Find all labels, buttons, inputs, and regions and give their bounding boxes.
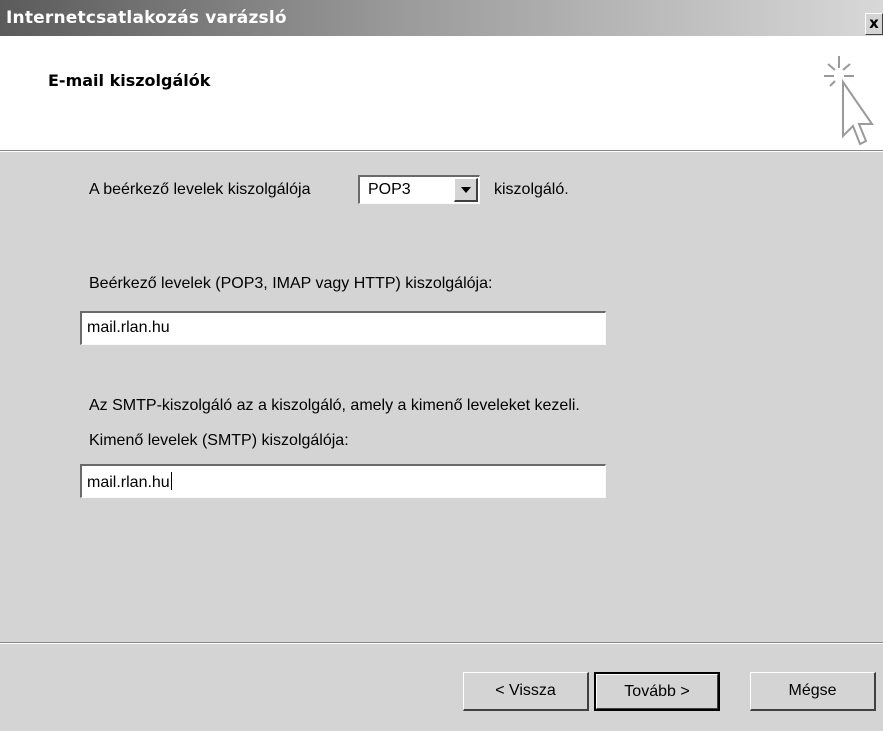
incoming-type-prefix-label: A beérkező levelek kiszolgálója bbox=[89, 181, 311, 198]
outgoing-server-label: Kimenő levelek (SMTP) kiszolgálója: bbox=[89, 432, 349, 449]
window-title: Internetcsatlakozás varázsló bbox=[6, 8, 287, 28]
footer-separator bbox=[0, 642, 883, 644]
outgoing-server-input[interactable]: mail.rlan.hu bbox=[80, 464, 606, 498]
wizard-cursor-icon bbox=[824, 56, 874, 146]
wizard-header: E-mail kiszolgálók bbox=[0, 36, 883, 150]
incoming-server-input[interactable]: mail.rlan.hu bbox=[80, 311, 606, 345]
header-separator bbox=[0, 150, 883, 152]
incoming-type-suffix-label: kiszolgáló. bbox=[494, 181, 569, 198]
next-button-label: Tovább > bbox=[624, 683, 690, 700]
outgoing-server-value: mail.rlan.hu bbox=[87, 474, 170, 491]
close-button[interactable]: x bbox=[865, 13, 883, 35]
next-button[interactable]: Tovább > bbox=[594, 672, 720, 711]
chevron-down-icon[interactable] bbox=[454, 178, 478, 202]
incoming-server-type-select[interactable]: POP3 bbox=[358, 175, 480, 204]
page-heading: E-mail kiszolgálók bbox=[48, 71, 211, 90]
incoming-server-label: Beérkező levelek (POP3, IMAP vagy HTTP) … bbox=[89, 275, 493, 292]
title-bar[interactable]: Internetcsatlakozás varázsló x bbox=[0, 0, 883, 36]
outgoing-server-value-wrap: mail.rlan.hu bbox=[87, 472, 172, 492]
cancel-button[interactable]: Mégse bbox=[750, 672, 876, 711]
smtp-info-text: Az SMTP-kiszolgáló az a kiszolgáló, amel… bbox=[89, 397, 580, 414]
incoming-server-type-value: POP3 bbox=[368, 181, 411, 198]
back-button[interactable]: < Vissza bbox=[463, 672, 589, 711]
text-caret bbox=[170, 472, 172, 490]
wizard-window: Internetcsatlakozás varázsló x E-mail ki… bbox=[0, 0, 883, 731]
incoming-server-value: mail.rlan.hu bbox=[87, 319, 170, 336]
